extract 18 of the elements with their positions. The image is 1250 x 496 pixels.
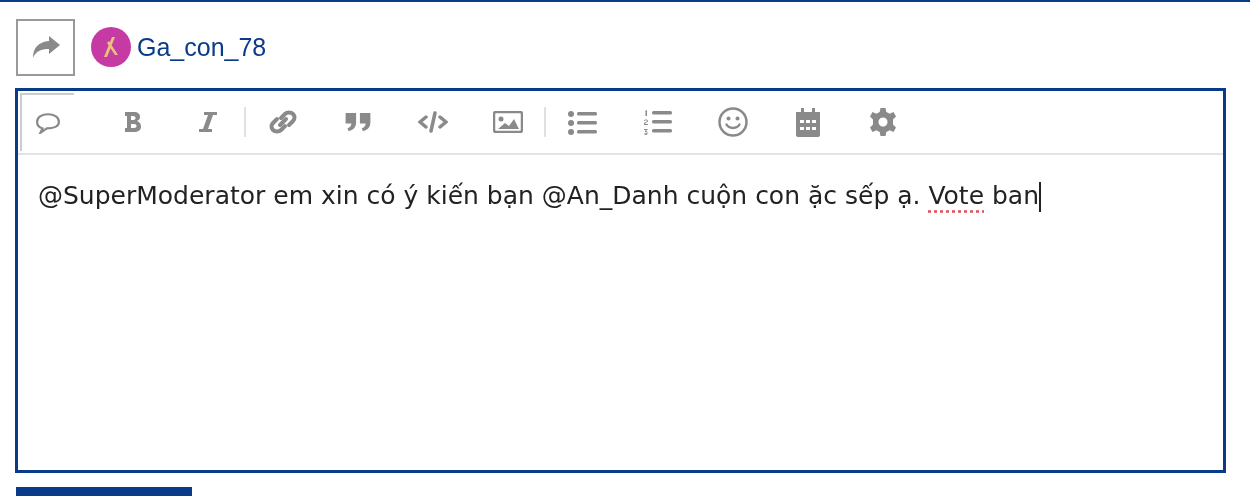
bold-icon [124,112,141,132]
smiley-icon [717,107,748,137]
code-icon [417,111,448,133]
avatar-icon [91,27,131,67]
link-icon [268,108,297,136]
italic-icon [198,112,217,132]
forward-button[interactable] [16,18,75,76]
numbered-list-icon [642,108,673,136]
share-arrow-icon [30,34,61,60]
image-icon [492,111,523,133]
comment-button[interactable] [20,93,74,151]
calendar-icon [795,107,820,137]
settings-icon [868,108,897,136]
speech-bubble-icon [36,112,60,134]
username-link[interactable]: Ga_con_78 [137,32,267,62]
bullet-list-icon [566,109,599,135]
quote-icon [343,112,372,132]
message-text[interactable]: @SuperModerator em xin có ý kiến bạn @An_Danh cuộn con ặc sếp ạ. Vote ban [38,181,1203,212]
